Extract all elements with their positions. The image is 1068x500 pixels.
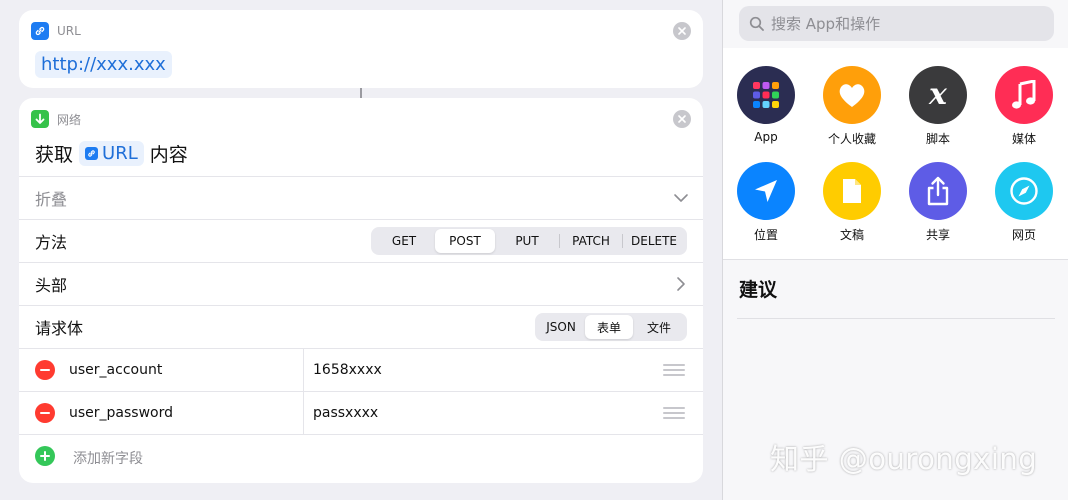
link-icon (85, 147, 99, 160)
chevron-down-icon (674, 194, 688, 202)
category-label: 脚本 (925, 132, 950, 146)
category-label: App (754, 130, 778, 144)
url-card-tag: URL (57, 24, 81, 38)
body-form-option[interactable]: 表单 (585, 315, 633, 339)
link-icon (31, 22, 49, 40)
url-card-header: URL (31, 22, 81, 40)
net-card-header: 网络 (31, 110, 81, 128)
music-note-icon (995, 66, 1053, 124)
body-json-option[interactable]: JSON (537, 315, 585, 339)
download-arrow-icon (31, 110, 49, 128)
method-get-option[interactable]: GET (373, 229, 435, 253)
share-icon (909, 162, 967, 220)
field-key[interactable]: user_account (69, 362, 162, 378)
category-label: 网页 (1011, 228, 1036, 242)
compass-icon (995, 162, 1053, 220)
method-label: 方法 (35, 233, 68, 252)
action-connector (360, 88, 362, 98)
category-location[interactable]: 位置 (723, 162, 809, 243)
url-value-field[interactable]: http://xxx.xxx (35, 51, 172, 78)
actions-panel: 搜索 App和操作 App 个人收藏 x 脚本 媒体 位置 文稿 共享 网页 建… (722, 0, 1068, 500)
request-body-label: 请求体 (35, 319, 84, 338)
script-x-icon: x (909, 66, 967, 124)
category-media[interactable]: 媒体 (981, 66, 1067, 147)
category-label: 媒体 (1011, 132, 1036, 146)
column-divider (303, 392, 304, 435)
search-input[interactable]: 搜索 App和操作 (739, 6, 1054, 41)
url-variable-label: URL (102, 143, 138, 164)
watermark-text: 知乎 @ourongxing (770, 442, 1038, 476)
location-arrow-icon (737, 162, 795, 220)
category-sharing[interactable]: 共享 (895, 162, 981, 243)
action-title-prefix: 获取 (35, 144, 74, 166)
action-title-suffix: 内容 (149, 144, 188, 166)
reorder-grip-icon[interactable] (663, 407, 685, 422)
method-put-option[interactable]: PUT (495, 229, 559, 253)
body-file-option[interactable]: 文件 (633, 315, 685, 339)
category-web[interactable]: 网页 (981, 162, 1067, 243)
method-delete-option[interactable]: DELETE (623, 229, 685, 253)
remove-field-button[interactable] (35, 403, 55, 423)
remove-field-button[interactable] (35, 360, 55, 380)
search-icon (749, 16, 764, 31)
category-label: 个人收藏 (827, 132, 876, 146)
field-value[interactable]: passxxxx (313, 405, 378, 421)
url-variable-token[interactable]: URL (79, 141, 144, 166)
field-key[interactable]: user_password (69, 405, 173, 421)
add-field-label: 添加新字段 (73, 451, 143, 467)
column-divider (303, 349, 304, 392)
collapse-row[interactable]: 折叠 (19, 176, 703, 219)
app-grid-icon (737, 66, 795, 124)
method-segmented-control[interactable]: GET POST PUT PATCH DELETE (371, 227, 687, 255)
category-documents[interactable]: 文稿 (809, 162, 895, 243)
remove-url-action-button[interactable] (673, 22, 691, 40)
method-post-option[interactable]: POST (435, 229, 495, 253)
remove-net-action-button[interactable] (673, 110, 691, 128)
suggestions-divider (737, 318, 1055, 319)
chevron-right-icon (677, 277, 685, 291)
get-url-contents-card[interactable]: 网络 获取 URL 内容 折叠 方法 GET POST PUT PATCH DE… (19, 98, 703, 483)
collapse-label: 折叠 (35, 190, 68, 209)
body-type-segmented-control[interactable]: JSON 表单 文件 (535, 313, 687, 341)
field-value[interactable]: 1658xxxx (313, 362, 382, 378)
headers-label: 头部 (35, 276, 68, 295)
method-row: 方法 GET POST PUT PATCH DELETE (19, 219, 703, 262)
action-title: 获取 URL 内容 (35, 140, 188, 167)
category-grid: App 个人收藏 x 脚本 媒体 位置 文稿 共享 网页 (723, 48, 1068, 260)
url-action-card[interactable]: URL http://xxx.xxx (19, 10, 703, 88)
category-label: 位置 (753, 228, 778, 242)
request-body-row: 请求体 JSON 表单 文件 (19, 305, 703, 348)
heart-icon (823, 66, 881, 124)
suggestions-heading: 建议 (739, 279, 778, 301)
reorder-grip-icon[interactable] (663, 364, 685, 379)
add-field-row[interactable]: 添加新字段 (19, 434, 703, 477)
net-card-tag: 网络 (57, 112, 82, 127)
category-scripting[interactable]: x 脚本 (895, 66, 981, 147)
search-placeholder: 搜索 App和操作 (771, 15, 881, 33)
plus-icon (35, 446, 55, 466)
method-patch-option[interactable]: PATCH (560, 229, 622, 253)
category-label: 共享 (925, 228, 950, 242)
category-label: 文稿 (839, 228, 864, 242)
headers-row[interactable]: 头部 (19, 262, 703, 305)
shortcut-editor: URL http://xxx.xxx 网络 获取 URL 内容 折叠 方法 GE… (0, 0, 722, 500)
form-field-row: user_password passxxxx (19, 391, 703, 435)
category-favorites[interactable]: 个人收藏 (809, 66, 895, 147)
form-field-row: user_account 1658xxxx (19, 348, 703, 392)
document-icon (823, 162, 881, 220)
category-app[interactable]: App (723, 66, 809, 144)
